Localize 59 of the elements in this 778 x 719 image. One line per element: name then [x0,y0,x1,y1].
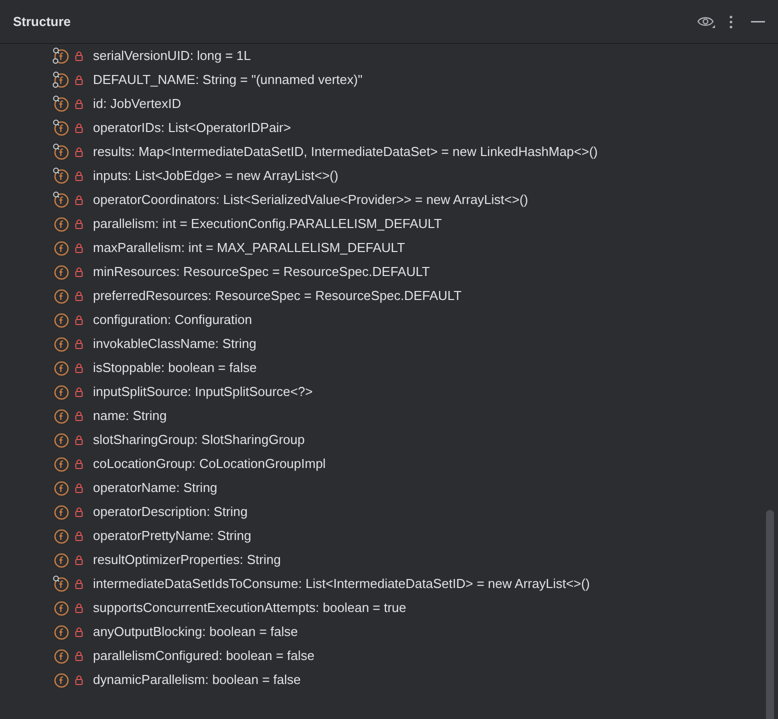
structure-item[interactable]: minResources: ResourceSpec = ResourceSpec.DEFAULT [0,260,778,284]
structure-item[interactable]: anyOutputBlocking: boolean = false [0,620,778,644]
structure-item[interactable]: dynamicParallelism: boolean = false [0,668,778,692]
lock-icon [75,267,83,277]
lock-icon [75,555,83,565]
lock-icon [75,675,83,685]
structure-item[interactable]: inputs: List<JobEdge> = new ArrayList<>() [0,164,778,188]
lock-icon [75,603,83,613]
lock-icon [75,531,83,541]
lock-icon [75,507,83,517]
minimize-icon[interactable] [751,20,765,22]
structure-item[interactable]: invokableClassName: String [0,332,778,356]
more-options-icon[interactable] [729,14,733,28]
lock-icon [75,291,83,301]
structure-item[interactable]: coLocationGroup: CoLocationGroupImpl [0,452,778,476]
structure-item[interactable]: preferredResources: ResourceSpec = ResourceSpec.DEFAULT [0,284,778,308]
structure-item[interactable]: operatorIDs: List<OperatorIDPair> [0,116,778,140]
lock-icon [75,219,83,229]
lock-icon [75,387,83,397]
structure-item[interactable]: DEFAULT_NAME: String = "(unnamed vertex)" [0,68,778,92]
lock-icon [75,483,83,493]
lock-icon [75,627,83,637]
lock-icon [75,147,83,157]
lock-icon [75,315,83,325]
eye-icon[interactable] [697,14,715,28]
lock-icon [75,339,83,349]
structure-item[interactable]: intermediateDataSetIdsToConsume: List<IntermediateDataSetID> = new ArrayList<>() [0,572,778,596]
structure-item[interactable]: operatorName: String [0,476,778,500]
structure-item[interactable]: inputSplitSource: InputSplitSource<?> [0,380,778,404]
lock-icon [75,75,83,85]
structure-item[interactable]: supportsConcurrentExecutionAttempts: boolean = true [0,596,778,620]
structure-item[interactable]: results: Map<IntermediateDataSetID, IntermediateDataSet> = new LinkedHashMap<>() [0,140,778,164]
structure-item[interactable]: slotSharingGroup: SlotSharingGroup [0,428,778,452]
structure-item[interactable]: parallelismConfigured: boolean = false [0,644,778,668]
structure-item[interactable]: resultOptimizerProperties: String [0,548,778,572]
structure-item[interactable]: name: String [0,404,778,428]
lock-icon [75,51,83,61]
lock-icon [75,579,83,589]
lock-icon [75,435,83,445]
panel-title: Structure [13,12,72,31]
lock-icon [75,411,83,421]
lock-icon [75,123,83,133]
structure-item[interactable]: operatorPrettyName: String [0,524,778,548]
lock-icon [75,363,83,373]
lock-icon [75,171,83,181]
structure-item[interactable]: parallelism: int = ExecutionConfig.PARALLELISM_DEFAULT [0,212,778,236]
lock-icon [75,243,83,253]
structure-item[interactable]: operatorCoordinators: List<SerializedValue<Provider>> = new ArrayList<>() [0,188,778,212]
structure-item[interactable]: isStoppable: boolean = false [0,356,778,380]
lock-icon [75,195,83,205]
structure-item[interactable]: maxParallelism: int = MAX_PARALLELISM_DEFAULT [0,236,778,260]
lock-icon [75,459,83,469]
lock-icon [75,99,83,109]
lock-icon [75,651,83,661]
structure-item[interactable]: configuration: Configuration [0,308,778,332]
structure-item[interactable]: id: JobVertexID [0,92,778,116]
structure-item[interactable]: operatorDescription: String [0,500,778,524]
scrollbar-thumb[interactable] [766,510,774,719]
structure-item[interactable]: serialVersionUID: long = 1L [0,44,778,68]
